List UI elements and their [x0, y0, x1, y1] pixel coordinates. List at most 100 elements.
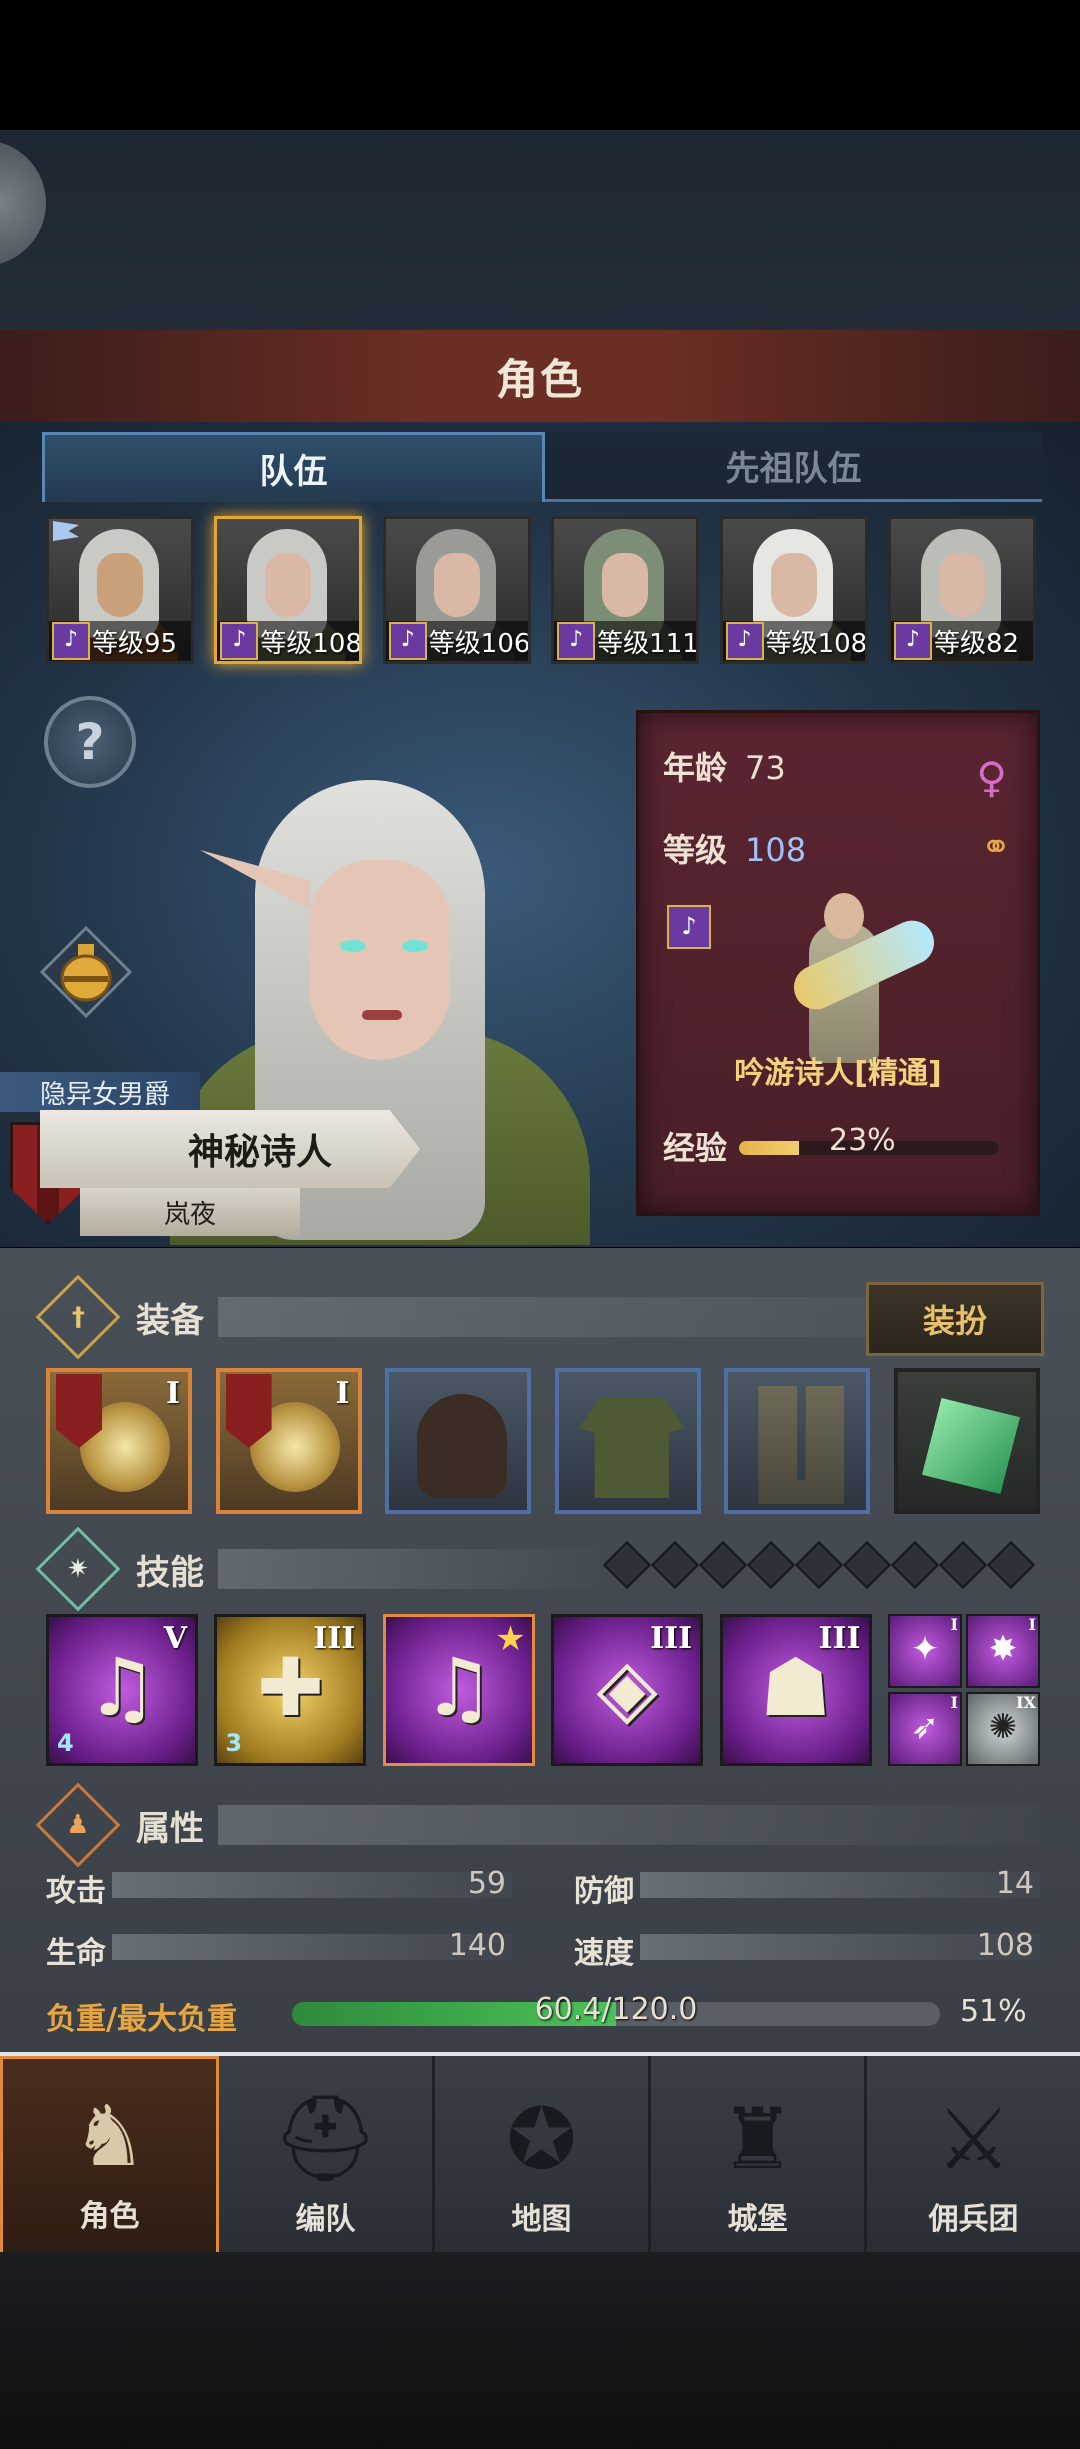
boots-icon [758, 1386, 845, 1504]
hero-card-4[interactable]: ♪ 等级111 [551, 516, 700, 664]
tier-label: V [163, 1621, 187, 1656]
level-row: 等级 108 [663, 825, 806, 871]
hero-card-3[interactable]: ♪ 等级106 [382, 516, 531, 664]
empty-gem-icon [602, 1540, 652, 1590]
helmet-icon: ⛑ [272, 2089, 379, 2187]
emerald-icon [921, 1398, 1020, 1494]
defense-value: 14 [995, 1866, 1034, 1901]
character-name: 神秘诗人 [187, 1132, 332, 1173]
figure-icon: ♟ [35, 1782, 121, 1868]
load-label: 负重/最大负重 [46, 2002, 237, 2037]
star-icon: ★ [495, 1619, 526, 1659]
character-title: 隐异女男爵 [0, 1072, 200, 1112]
instrument-slot-1[interactable]: I [46, 1368, 192, 1514]
skill-song-2[interactable]: ♫ ★ [382, 1614, 535, 1766]
skill-heal-shield[interactable]: ✚ III 3 [214, 1614, 367, 1766]
class-name: 吟游诗人[精通] [734, 1056, 942, 1091]
help-icon[interactable]: ? [44, 696, 136, 788]
level-value: 108 [745, 831, 807, 869]
skill-song-1[interactable]: ♫ V 4 [46, 1614, 198, 1766]
nav-formation[interactable]: ⛑ 编队 [219, 2056, 435, 2256]
castle-icon: ♜ [719, 2090, 796, 2188]
age-row: 年龄 73 [663, 743, 786, 789]
speed-value: 108 [976, 1928, 1034, 1963]
hero-card-1[interactable]: ♪ 等级95 [46, 516, 194, 664]
frost-burst-icon: ✺ [988, 1707, 1018, 1747]
dagger-icon: † [35, 1274, 121, 1360]
character-nameplate[interactable]: 神秘诗人 [40, 1110, 420, 1188]
nav-map[interactable]: ✪ 地图 [435, 2056, 651, 2256]
title-bar: 角色 [0, 330, 1080, 425]
burst-icon: ✸ [988, 1629, 1018, 1669]
empty-gem-icon [746, 1540, 796, 1590]
instrument-slot-2[interactable]: I [215, 1368, 362, 1514]
nav-label: 编队 [295, 2202, 356, 2237]
empty-gem-icon [650, 1540, 700, 1590]
skills-title: 技能 [136, 1552, 204, 1593]
tab-ancestor-team[interactable]: 先祖队伍 [545, 432, 1042, 502]
dress-up-button[interactable]: 装扮 [866, 1282, 1044, 1356]
age-value: 73 [745, 749, 786, 787]
load-percent: 51% [960, 1994, 1027, 2029]
tier-label: III [313, 1621, 356, 1656]
empty-gem-icon [938, 1540, 988, 1590]
nav-label: 地图 [511, 2202, 572, 2237]
exp-fill [739, 1141, 799, 1155]
emerald-slot[interactable] [893, 1368, 1040, 1514]
passive-skill-2[interactable]: ✸ I [965, 1614, 1040, 1688]
hood-icon [417, 1394, 508, 1498]
hood-slot[interactable] [385, 1368, 532, 1514]
nav-character[interactable]: ♞ 角色 [0, 2056, 219, 2256]
exp-percent: 23% [829, 1123, 896, 1158]
hp-value: 140 [448, 1928, 506, 1963]
tab-team[interactable]: 队伍 [42, 432, 545, 502]
passive-skill-3[interactable]: ➶ I [887, 1692, 962, 1766]
rings-icon[interactable]: ⚭ [981, 827, 1011, 868]
exp-label: 经验 [663, 1129, 728, 1167]
equipment-slots: I I [46, 1368, 1040, 1520]
hero-card-2[interactable]: ♪ 等级108 [214, 516, 363, 664]
hero-card-6[interactable]: ♪ 等级82 [887, 516, 1036, 664]
hero-level: 等级82 [933, 628, 1020, 659]
level-label: 等级 [663, 831, 728, 869]
boots-slot[interactable] [724, 1368, 871, 1514]
empty-gem-icon [842, 1540, 892, 1590]
star-burst-icon: ✷ [35, 1526, 121, 1612]
nav-mercenary[interactable]: ⚔ 佣兵团 [867, 2056, 1080, 2256]
defense-label: 防御 [574, 1874, 634, 1909]
bottom-bar [0, 2252, 1080, 2449]
info-panel: 年龄 73 ♀ 等级 108 ⚭ ♪ 吟游诗人[精通] 经验 23% [636, 710, 1040, 1216]
load-value: 60.4/120.0 [534, 1992, 698, 2027]
potion-icon[interactable] [40, 926, 132, 1018]
skill-crystal-ward[interactable]: ◈ III [551, 1614, 704, 1766]
hero-level: 等级106 [428, 628, 531, 659]
nav-label: 佣兵团 [928, 2202, 1019, 2237]
nav-castle[interactable]: ♜ 城堡 [651, 2056, 867, 2256]
attributes-header: ♟ 属性 [35, 1782, 1040, 1868]
team-tabs: 队伍 先祖队伍 [42, 432, 1042, 502]
hero-roster: ♪ 等级95 ♪ 等级108 ♪ 等级106 ♪ 等级111 ♪ 等级108 ♪ 等级82 [46, 516, 1036, 664]
speed-label: 速度 [574, 1936, 634, 1971]
hero-level: 等级108 [260, 628, 363, 659]
passive-skills-grid: ✦ I ✸ I ➶ I ✺ IX [887, 1614, 1040, 1766]
hp-label: 生命 [46, 1936, 106, 1971]
mercenary-banner-icon: ⚔ [935, 2090, 1012, 2188]
skill-rally[interactable]: ☗ III [719, 1614, 872, 1766]
passive-skill-4[interactable]: ✺ IX [965, 1692, 1040, 1766]
passive-skill-1[interactable]: ✦ I [887, 1614, 962, 1688]
hero-level: 等级95 [92, 628, 178, 659]
female-icon: ♀ [976, 753, 1007, 802]
age-label: 年龄 [663, 749, 728, 787]
hero-level: 等级111 [597, 628, 699, 659]
tunic-slot[interactable] [554, 1368, 701, 1514]
skill-charges: 3 [225, 1729, 243, 1757]
tier-label: I [335, 1376, 350, 1411]
hero-card-5[interactable]: ♪ 等级108 [719, 516, 868, 664]
knight-icon: ♞ [71, 2087, 148, 2185]
character-subname: 岚夜 [80, 1188, 300, 1236]
skill-slot-indicators [602, 1540, 1036, 1590]
attack-value: 59 [467, 1866, 506, 1901]
bard-class-icon: ♪ [220, 622, 259, 660]
skills-header: ✷ 技能 [35, 1526, 600, 1612]
empty-gem-icon [794, 1540, 844, 1590]
